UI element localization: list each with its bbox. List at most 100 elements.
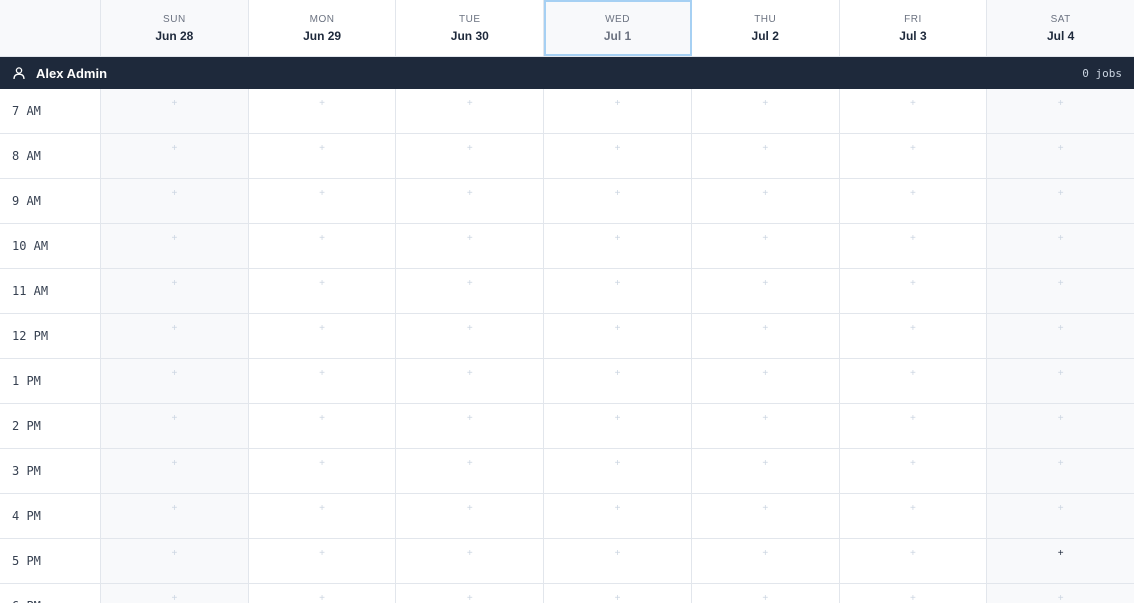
time-slot[interactable]: + [692, 449, 840, 493]
time-slot[interactable]: + [544, 539, 692, 583]
add-slot-icon[interactable]: + [319, 144, 325, 154]
add-slot-icon[interactable]: + [910, 594, 916, 603]
time-slot[interactable]: + [987, 269, 1134, 313]
time-slot[interactable]: + [249, 314, 397, 358]
add-slot-icon[interactable]: + [319, 549, 325, 559]
add-slot-icon[interactable]: + [171, 549, 177, 559]
add-slot-icon[interactable]: + [910, 414, 916, 424]
add-slot-icon[interactable]: + [171, 504, 177, 514]
time-slot[interactable]: + [840, 314, 988, 358]
time-slot[interactable]: + [544, 494, 692, 538]
time-slot[interactable]: + [987, 179, 1134, 223]
time-slot[interactable]: + [840, 449, 988, 493]
add-slot-icon[interactable]: + [467, 369, 473, 379]
add-slot-icon[interactable]: + [467, 504, 473, 514]
add-slot-icon[interactable]: + [762, 234, 768, 244]
add-slot-icon[interactable]: + [1058, 549, 1064, 559]
add-slot-icon[interactable]: + [615, 504, 621, 514]
add-slot-icon[interactable]: + [319, 324, 325, 334]
add-slot-icon[interactable]: + [615, 414, 621, 424]
time-slot[interactable]: + [840, 584, 988, 603]
add-slot-icon[interactable]: + [1058, 594, 1064, 603]
day-header-sat[interactable]: SAT Jul 4 [987, 0, 1134, 56]
time-slot[interactable]: + [840, 134, 988, 178]
add-slot-icon[interactable]: + [910, 279, 916, 289]
add-slot-icon[interactable]: + [762, 99, 768, 109]
add-slot-icon[interactable]: + [319, 369, 325, 379]
time-slot[interactable]: + [101, 314, 249, 358]
add-slot-icon[interactable]: + [319, 234, 325, 244]
time-slot[interactable]: + [249, 269, 397, 313]
time-slot[interactable]: + [101, 179, 249, 223]
add-slot-icon[interactable]: + [615, 279, 621, 289]
time-slot[interactable]: + [840, 179, 988, 223]
time-slot[interactable]: + [249, 449, 397, 493]
add-slot-icon[interactable]: + [319, 414, 325, 424]
add-slot-icon[interactable]: + [319, 504, 325, 514]
day-header-thu[interactable]: THU Jul 2 [691, 0, 840, 56]
add-slot-icon[interactable]: + [615, 189, 621, 199]
add-slot-icon[interactable]: + [910, 189, 916, 199]
add-slot-icon[interactable]: + [171, 414, 177, 424]
add-slot-icon[interactable]: + [615, 459, 621, 469]
add-slot-icon[interactable]: + [615, 234, 621, 244]
add-slot-icon[interactable]: + [171, 459, 177, 469]
time-slot[interactable]: + [396, 359, 545, 403]
time-slot[interactable]: + [249, 359, 397, 403]
add-slot-icon[interactable]: + [171, 279, 177, 289]
time-slot[interactable]: + [249, 584, 397, 603]
add-slot-icon[interactable]: + [319, 594, 325, 603]
time-slot[interactable]: + [396, 449, 545, 493]
add-slot-icon[interactable]: + [1058, 234, 1064, 244]
time-slot[interactable]: + [692, 584, 840, 603]
add-slot-icon[interactable]: + [762, 549, 768, 559]
time-slot[interactable]: + [840, 494, 988, 538]
time-slot[interactable]: + [396, 314, 545, 358]
time-slot[interactable]: + [987, 314, 1134, 358]
add-slot-icon[interactable]: + [467, 459, 473, 469]
add-slot-icon[interactable]: + [910, 144, 916, 154]
add-slot-icon[interactable]: + [1058, 369, 1064, 379]
add-slot-icon[interactable]: + [615, 369, 621, 379]
add-slot-icon[interactable]: + [319, 189, 325, 199]
time-slot[interactable]: + [396, 134, 545, 178]
time-slot[interactable]: + [544, 584, 692, 603]
add-slot-icon[interactable]: + [1058, 414, 1064, 424]
time-slot[interactable]: + [249, 134, 397, 178]
time-slot[interactable]: + [692, 494, 840, 538]
time-slot[interactable]: + [692, 89, 840, 133]
time-slot[interactable]: + [987, 134, 1134, 178]
add-slot-icon[interactable]: + [762, 144, 768, 154]
time-slot[interactable]: + [396, 269, 545, 313]
day-header-wed[interactable]: WED Jul 1 [544, 0, 692, 56]
time-slot[interactable]: + [544, 314, 692, 358]
time-slot[interactable]: + [249, 404, 397, 448]
time-slot[interactable]: + [840, 539, 988, 583]
time-slot[interactable]: + [840, 404, 988, 448]
add-slot-icon[interactable]: + [467, 99, 473, 109]
time-slot[interactable]: + [396, 539, 545, 583]
time-slot[interactable]: + [101, 134, 249, 178]
day-header-fri[interactable]: FRI Jul 3 [839, 0, 988, 56]
add-slot-icon[interactable]: + [1058, 504, 1064, 514]
add-slot-icon[interactable]: + [762, 414, 768, 424]
add-slot-icon[interactable]: + [910, 504, 916, 514]
time-slot[interactable]: + [101, 89, 249, 133]
time-slot[interactable]: + [987, 494, 1134, 538]
add-slot-icon[interactable]: + [467, 549, 473, 559]
time-slot[interactable]: + [101, 449, 249, 493]
time-slot[interactable]: + [396, 224, 545, 268]
add-slot-icon[interactable]: + [1058, 144, 1064, 154]
add-slot-icon[interactable]: + [171, 369, 177, 379]
add-slot-icon[interactable]: + [1058, 189, 1064, 199]
add-slot-icon[interactable]: + [1058, 99, 1064, 109]
add-slot-icon[interactable]: + [762, 459, 768, 469]
time-slot[interactable]: + [692, 404, 840, 448]
time-slot[interactable]: + [249, 494, 397, 538]
time-slot[interactable]: + [101, 539, 249, 583]
add-slot-icon[interactable]: + [171, 99, 177, 109]
time-slot[interactable]: + [987, 539, 1134, 583]
add-slot-icon[interactable]: + [910, 99, 916, 109]
time-slot[interactable]: + [101, 404, 249, 448]
time-slot[interactable]: + [987, 224, 1134, 268]
